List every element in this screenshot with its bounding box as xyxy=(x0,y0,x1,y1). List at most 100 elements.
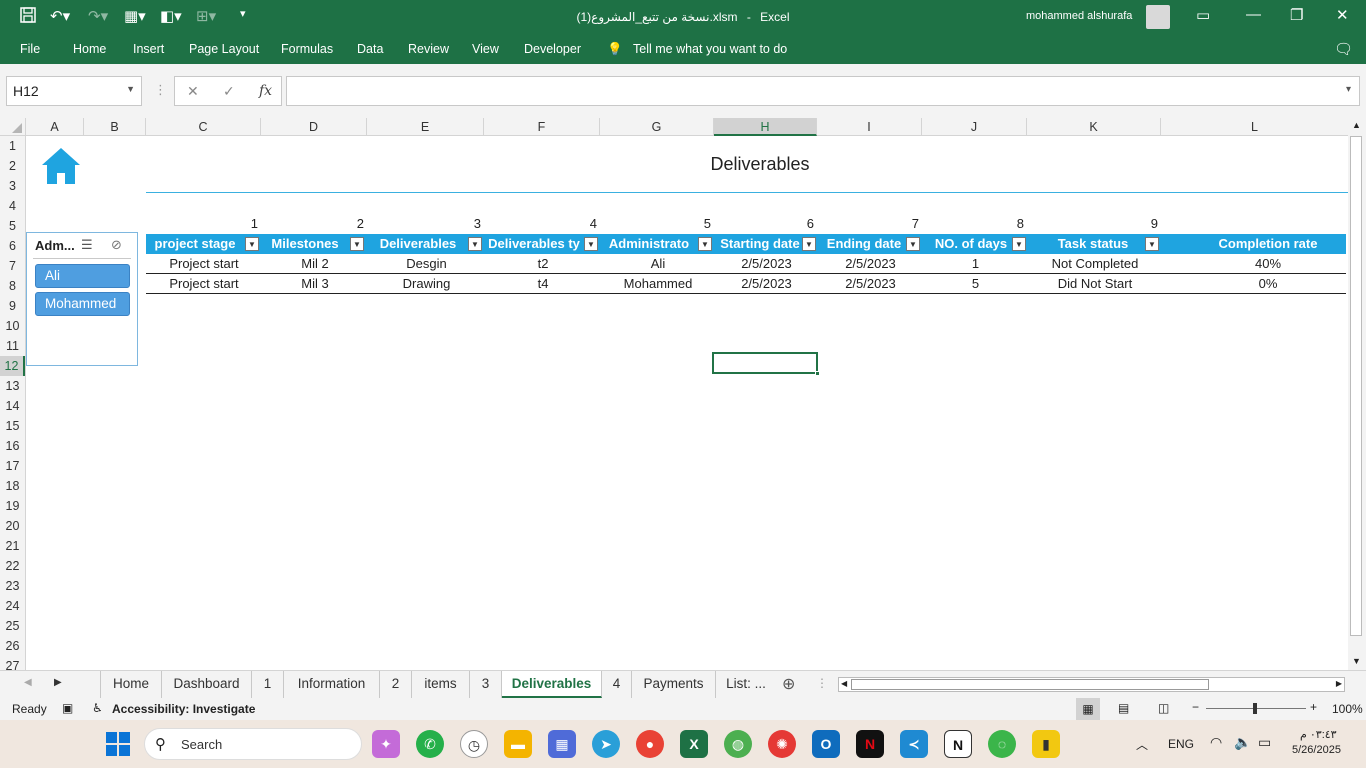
wifi-icon[interactable]: ◠ xyxy=(1210,734,1222,751)
horizontal-scrollbar[interactable]: ◀ ▶ xyxy=(838,677,1345,692)
home-icon[interactable] xyxy=(40,146,82,186)
accessibility-status[interactable]: Accessibility: Investigate xyxy=(112,702,255,716)
name-box[interactable]: H12 ▼ xyxy=(6,76,142,106)
filter-dropdown-icon[interactable]: ▼ xyxy=(350,237,364,251)
col-header-g[interactable]: G xyxy=(600,118,714,136)
cell-administrator[interactable]: Ali xyxy=(601,254,715,274)
cell-starting-date[interactable]: 2/5/2023 xyxy=(715,274,818,294)
row-header[interactable]: 9 xyxy=(0,296,25,316)
whatsapp-icon[interactable]: ✆ xyxy=(416,730,444,758)
filter-dropdown-icon[interactable]: ▼ xyxy=(698,237,712,251)
telegram-icon[interactable]: ➤ xyxy=(592,730,620,758)
enter-icon[interactable]: ✓ xyxy=(223,83,235,100)
notion-icon[interactable]: N xyxy=(944,730,972,758)
minimize-icon[interactable]: — xyxy=(1246,6,1261,23)
row-header[interactable]: 11 xyxy=(0,336,25,356)
volume-icon[interactable]: 🔈 xyxy=(1234,734,1251,751)
cell-deliverable[interactable]: Drawing xyxy=(368,274,485,294)
cancel-icon[interactable]: ✕ xyxy=(187,83,199,100)
excel-icon[interactable]: X xyxy=(680,730,708,758)
zoom-out-icon[interactable]: − xyxy=(1192,700,1199,714)
col-header-j[interactable]: J xyxy=(922,118,1027,136)
col-header-l[interactable]: L xyxy=(1161,118,1348,136)
cell-task-status[interactable]: Not Completed xyxy=(1028,254,1162,274)
zoom-in-icon[interactable]: + xyxy=(1310,700,1317,714)
administrator-slicer[interactable]: Adm... ☰ ⊘ Ali Mohammed xyxy=(26,232,138,366)
row-header[interactable]: 12 xyxy=(0,356,25,376)
page-break-view-icon[interactable]: ◫ xyxy=(1158,701,1169,715)
row-header[interactable]: 8 xyxy=(0,276,25,296)
row-header[interactable]: 26 xyxy=(0,636,25,656)
row-header[interactable]: 20 xyxy=(0,516,25,536)
copilot-icon[interactable]: ✦ xyxy=(372,730,400,758)
add-sheet-icon[interactable]: ⊕ xyxy=(782,674,795,694)
row-header[interactable]: 16 xyxy=(0,436,25,456)
row-header[interactable]: 7 xyxy=(0,256,25,276)
tab-formulas[interactable]: Formulas xyxy=(281,42,333,56)
outlook-icon[interactable]: O xyxy=(812,730,840,758)
insert-function-icon[interactable]: fx xyxy=(259,83,272,99)
scroll-right-icon[interactable]: ▶ xyxy=(1336,679,1342,688)
slicer-item-mohammed[interactable]: Mohammed xyxy=(35,292,130,316)
clear-filter-icon[interactable]: ⊘ xyxy=(111,237,122,253)
row-header[interactable]: 2 xyxy=(0,156,25,176)
row-header[interactable]: 18 xyxy=(0,476,25,496)
col-header-k[interactable]: K xyxy=(1027,118,1161,136)
row-header[interactable]: 13 xyxy=(0,376,25,396)
selected-cell[interactable] xyxy=(712,352,820,376)
col-header-c[interactable]: C xyxy=(146,118,261,136)
sheet-tab-deliverables[interactable]: Deliverables xyxy=(502,671,602,698)
cell-starting-date[interactable]: 2/5/2023 xyxy=(715,254,818,274)
scroll-down-icon[interactable]: ▼ xyxy=(1352,656,1361,666)
cell-administrator[interactable]: Mohammed xyxy=(601,274,715,294)
row-header[interactable]: 19 xyxy=(0,496,25,516)
sheet-tab-dashboard[interactable]: Dashboard xyxy=(162,671,252,698)
row-header[interactable]: 6 xyxy=(0,236,25,256)
sheet-tab-items[interactable]: items xyxy=(412,671,470,698)
row-header[interactable]: 25 xyxy=(0,616,25,636)
row-header[interactable]: 21 xyxy=(0,536,25,556)
ribbon-display-icon[interactable]: ▭ xyxy=(1196,6,1210,24)
cell-ending-date[interactable]: 2/5/2023 xyxy=(818,254,923,274)
tab-insert[interactable]: Insert xyxy=(133,42,164,56)
cell-project-stage[interactable]: Project start xyxy=(146,254,262,274)
file-explorer-icon[interactable]: ▬ xyxy=(504,730,532,758)
clock-time[interactable]: ٠٣:٤٣ م xyxy=(1300,728,1337,741)
tell-me-search[interactable]: Tell me what you want to do xyxy=(633,42,787,56)
sheet-tab-4[interactable]: 4 xyxy=(602,671,632,698)
cell-milestone[interactable]: Mil 3 xyxy=(262,274,368,294)
zoom-slider-thumb[interactable] xyxy=(1253,703,1257,714)
filter-dropdown-icon[interactable]: ▼ xyxy=(802,237,816,251)
cell-milestone[interactable]: Mil 2 xyxy=(262,254,368,274)
netflix-icon[interactable]: N xyxy=(856,730,884,758)
clock-app-icon[interactable]: ◷ xyxy=(460,730,488,758)
row-header[interactable]: 4 xyxy=(0,196,25,216)
filter-dropdown-icon[interactable]: ▼ xyxy=(906,237,920,251)
tab-review[interactable]: Review xyxy=(408,42,449,56)
cell-deliverable-type[interactable]: t2 xyxy=(485,254,601,274)
prev-sheet-icon[interactable]: ◀ xyxy=(24,677,32,688)
filter-dropdown-icon[interactable]: ▼ xyxy=(1012,237,1026,251)
slicer-item-ali[interactable]: Ali xyxy=(35,264,130,288)
calculator-icon[interactable]: ▦ xyxy=(548,730,576,758)
row-header[interactable]: 1 xyxy=(0,136,25,156)
tab-view[interactable]: View xyxy=(472,42,499,56)
col-header-i[interactable]: I xyxy=(817,118,922,136)
cell-deliverable[interactable]: Desgin xyxy=(368,254,485,274)
col-header-h[interactable]: H xyxy=(714,118,817,136)
vertical-scroll-thumb[interactable] xyxy=(1350,136,1362,636)
zoom-level[interactable]: 100% xyxy=(1332,702,1363,716)
sheet-tab-1[interactable]: 1 xyxy=(252,671,284,698)
filter-dropdown-icon[interactable]: ▼ xyxy=(245,237,259,251)
row-header[interactable]: 5 xyxy=(0,216,25,236)
comment-icon[interactable]: 🗨 xyxy=(1334,40,1353,58)
cell-ending-date[interactable]: 2/5/2023 xyxy=(818,274,923,294)
normal-view-icon[interactable]: ▦ xyxy=(1076,698,1100,720)
tab-developer[interactable]: Developer xyxy=(524,42,581,56)
tab-page-layout[interactable]: Page Layout xyxy=(189,42,259,56)
user-name[interactable]: mohammed alshurafa xyxy=(1026,10,1132,22)
col-header-f[interactable]: F xyxy=(484,118,600,136)
sheet-tab-list[interactable]: List: ... xyxy=(716,671,776,698)
browser-globe-icon[interactable]: ◍ xyxy=(724,730,752,758)
sheet-tab-home[interactable]: Home xyxy=(100,671,162,698)
